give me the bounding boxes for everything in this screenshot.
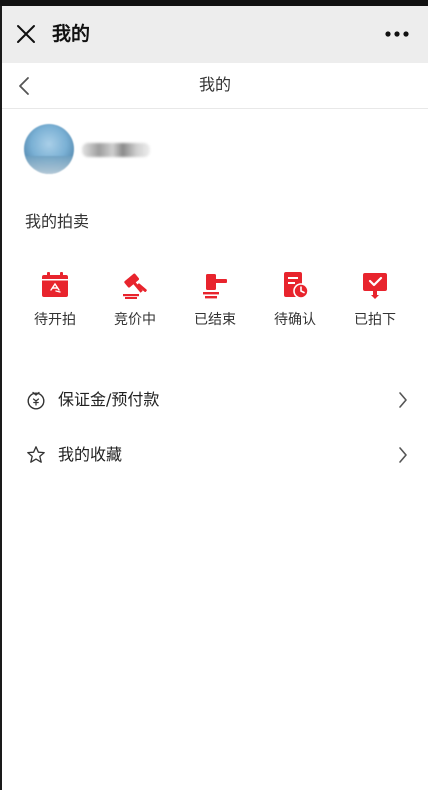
window-title: 我的 [52, 23, 91, 45]
auction-status-won[interactable]: 已拍下 [345, 270, 405, 340]
auction-status-label: 待开拍 [34, 312, 76, 328]
auction-status-ended[interactable]: 已结束 [185, 270, 245, 340]
page-nav-bar: 我的 [2, 63, 428, 109]
auction-status-label: 已结束 [194, 312, 236, 328]
gavel-icon [120, 270, 150, 300]
deposit-icon [27, 391, 45, 410]
profile-header[interactable] [2, 110, 428, 195]
star-icon [27, 446, 45, 463]
checked-card-icon [360, 270, 390, 300]
menu-item-label: 我的收藏 [58, 445, 123, 464]
gavel-down-icon [200, 270, 230, 300]
auction-status-bidding[interactable]: 竞价中 [105, 270, 165, 340]
auction-status-to-confirm[interactable]: 待确认 [265, 270, 325, 340]
menu-item-favorites[interactable]: 我的收藏 [2, 427, 428, 482]
chevron-right-icon [399, 447, 407, 463]
auction-status-label: 竞价中 [114, 312, 156, 328]
document-clock-icon [280, 270, 310, 300]
username [82, 143, 150, 157]
wechat-title-bar: 我的 [2, 6, 428, 63]
app-frame: 我的 我的 我的拍卖 待开拍 竞价中 已结束 待确认 已拍下 保证金/预付款 我… [0, 0, 428, 790]
chevron-right-icon [399, 392, 407, 408]
more-icon[interactable] [384, 24, 410, 44]
auction-section-title: 我的拍卖 [25, 212, 90, 231]
close-icon[interactable] [14, 22, 38, 46]
calendar-icon [40, 270, 70, 300]
page-title: 我的 [198, 75, 231, 94]
menu-item-deposit[interactable]: 保证金/预付款 [2, 372, 428, 427]
auction-status-label: 待确认 [274, 312, 316, 328]
auction-status-label: 已拍下 [354, 312, 396, 328]
menu-list: 保证金/预付款 我的收藏 [2, 372, 428, 482]
menu-item-label: 保证金/预付款 [58, 390, 160, 409]
avatar[interactable] [24, 124, 74, 174]
auction-status-list: 待开拍 竞价中 已结束 待确认 已拍下 [25, 270, 405, 340]
auction-status-pending-start[interactable]: 待开拍 [25, 270, 85, 340]
